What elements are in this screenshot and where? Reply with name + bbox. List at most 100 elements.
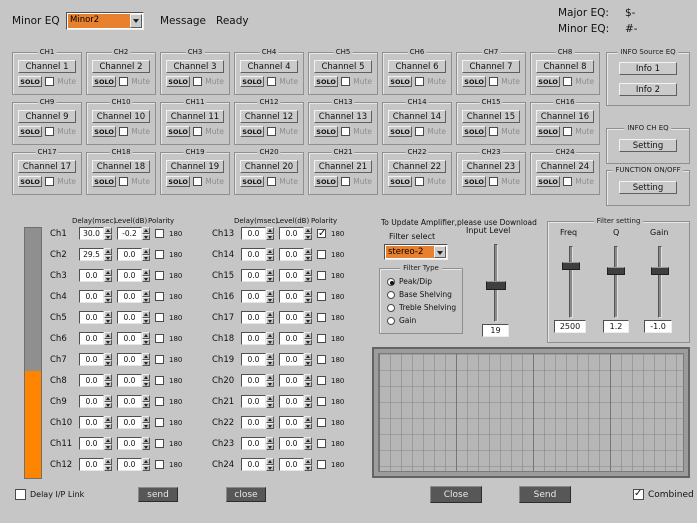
solo-button[interactable]: SOLO [314, 176, 338, 187]
input-level-slider-thumb[interactable] [486, 281, 506, 290]
send-button[interactable]: Send [519, 486, 571, 503]
spinner-down-button[interactable] [266, 465, 274, 472]
close-button[interactable]: Close [430, 486, 482, 503]
spinner-down-button[interactable] [142, 444, 150, 451]
polarity-checkbox[interactable] [317, 418, 326, 427]
solo-button[interactable]: SOLO [240, 176, 264, 187]
close-small-button[interactable]: close [226, 487, 266, 502]
spinner-down-button[interactable] [142, 381, 150, 388]
channel-button[interactable]: Channel 10 [92, 110, 150, 123]
solo-button[interactable]: SOLO [314, 76, 338, 87]
channel-button[interactable]: Channel 5 [314, 60, 372, 73]
polarity-checkbox[interactable] [155, 313, 164, 322]
spinner-down-button[interactable] [104, 339, 112, 346]
level-spinner[interactable]: 0.0 [279, 374, 312, 387]
mute-checkbox[interactable] [341, 77, 350, 86]
delay-spinner[interactable]: 0.0 [79, 458, 112, 471]
solo-button[interactable]: SOLO [388, 176, 412, 187]
delay-spinner[interactable]: 0.0 [241, 269, 274, 282]
channel-button[interactable]: Channel 8 [536, 60, 594, 73]
delay-spinner[interactable]: 0.0 [241, 458, 274, 471]
send-small-button[interactable]: send [138, 487, 178, 502]
polarity-checkbox[interactable] [155, 334, 164, 343]
filter-type-option[interactable]: Gain [387, 316, 455, 325]
spinner-down-button[interactable] [266, 402, 274, 409]
spinner-down-button[interactable] [104, 402, 112, 409]
delay-spinner[interactable]: 0.0 [79, 311, 112, 324]
polarity-checkbox[interactable] [155, 376, 164, 385]
spinner-down-button[interactable] [142, 360, 150, 367]
polarity-checkbox[interactable] [155, 418, 164, 427]
polarity-checkbox[interactable] [317, 397, 326, 406]
channel-button[interactable]: Channel 9 [18, 110, 76, 123]
spinner-down-button[interactable] [304, 381, 312, 388]
level-spinner[interactable]: 0.0 [117, 416, 150, 429]
polarity-checkbox[interactable] [317, 460, 326, 469]
delay-spinner[interactable]: 0.0 [241, 290, 274, 303]
level-spinner[interactable]: 0.0 [279, 248, 312, 261]
delay-spinner[interactable]: 0.0 [79, 395, 112, 408]
spinner-down-button[interactable] [104, 423, 112, 430]
polarity-checkbox[interactable] [155, 397, 164, 406]
mute-checkbox[interactable] [563, 77, 572, 86]
mute-checkbox[interactable] [193, 177, 202, 186]
delay-spinner[interactable]: 0.0 [241, 227, 274, 240]
mute-checkbox[interactable] [415, 77, 424, 86]
solo-button[interactable]: SOLO [92, 176, 116, 187]
mute-checkbox[interactable] [119, 77, 128, 86]
mute-checkbox[interactable] [563, 127, 572, 136]
mute-checkbox[interactable] [119, 177, 128, 186]
channel-button[interactable]: Channel 20 [240, 160, 298, 173]
channel-button[interactable]: Channel 14 [388, 110, 446, 123]
delay-spinner[interactable]: 0.0 [79, 269, 112, 282]
delay-link-checkbox[interactable] [15, 489, 26, 500]
mute-checkbox[interactable] [193, 127, 202, 136]
level-spinner[interactable]: 0.0 [117, 290, 150, 303]
delay-spinner[interactable]: 0.0 [241, 311, 274, 324]
filter-type-option[interactable]: Base Shelving [387, 290, 455, 299]
spinner-down-button[interactable] [304, 402, 312, 409]
channel-button[interactable]: Channel 13 [314, 110, 372, 123]
channel-button[interactable]: Channel 23 [462, 160, 520, 173]
solo-button[interactable]: SOLO [166, 176, 190, 187]
channel-button[interactable]: Channel 15 [462, 110, 520, 123]
delay-spinner[interactable]: 0.0 [79, 374, 112, 387]
polarity-checkbox[interactable] [155, 439, 164, 448]
spinner-down-button[interactable] [104, 465, 112, 472]
combined-checkbox[interactable] [633, 489, 644, 500]
polarity-checkbox[interactable] [317, 334, 326, 343]
info2-button[interactable]: Info 2 [619, 83, 677, 96]
polarity-checkbox[interactable] [155, 250, 164, 259]
spinner-down-button[interactable] [142, 423, 150, 430]
polarity-checkbox[interactable] [317, 250, 326, 259]
polarity-checkbox[interactable] [317, 229, 326, 238]
delay-spinner[interactable]: 0.0 [79, 290, 112, 303]
solo-button[interactable]: SOLO [388, 76, 412, 87]
mute-checkbox[interactable] [415, 127, 424, 136]
level-spinner[interactable]: 0.0 [117, 248, 150, 261]
level-spinner[interactable]: 0.0 [279, 437, 312, 450]
mute-checkbox[interactable] [563, 177, 572, 186]
spinner-down-button[interactable] [304, 318, 312, 325]
channel-button[interactable]: Channel 3 [166, 60, 224, 73]
spinner-down-button[interactable] [304, 444, 312, 451]
mute-checkbox[interactable] [489, 127, 498, 136]
solo-button[interactable]: SOLO [18, 126, 42, 137]
channel-button[interactable]: Channel 7 [462, 60, 520, 73]
polarity-checkbox[interactable] [155, 355, 164, 364]
spinner-down-button[interactable] [304, 423, 312, 430]
polarity-checkbox[interactable] [155, 292, 164, 301]
filter-select-dropdown[interactable]: stereo-2 [384, 244, 448, 260]
spinner-down-button[interactable] [142, 402, 150, 409]
level-spinner[interactable]: 0.0 [117, 353, 150, 366]
function-setting-button[interactable]: Setting [619, 181, 677, 194]
polarity-checkbox[interactable] [317, 376, 326, 385]
spinner-down-button[interactable] [266, 255, 274, 262]
level-spinner[interactable]: 0.0 [279, 395, 312, 408]
channel-button[interactable]: Channel 4 [240, 60, 298, 73]
spinner-down-button[interactable] [304, 276, 312, 283]
spinner-down-button[interactable] [104, 255, 112, 262]
spinner-down-button[interactable] [104, 360, 112, 367]
channel-button[interactable]: Channel 19 [166, 160, 224, 173]
chevron-down-icon[interactable] [130, 14, 142, 28]
